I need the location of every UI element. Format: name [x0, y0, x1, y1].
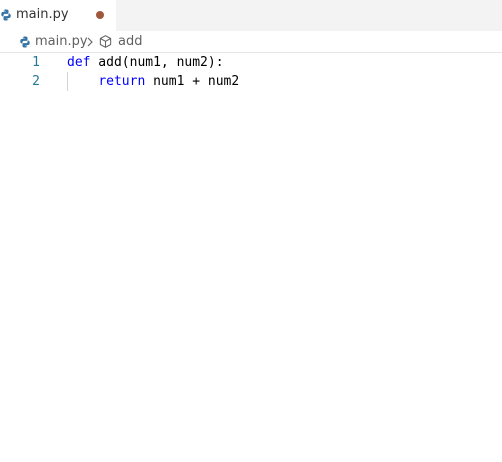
code-text[interactable]: def add(num1, num2): — [67, 53, 224, 72]
code-line[interactable]: 1 def add(num1, num2): — [0, 53, 502, 72]
code-token: num1 + num2 — [145, 74, 240, 89]
line-number: 2 — [32, 74, 40, 89]
python-file-icon — [20, 36, 30, 48]
unsaved-changes-dot-icon[interactable] — [96, 11, 104, 19]
indent-guide — [67, 72, 68, 91]
python-file-icon — [1, 9, 11, 21]
code-text[interactable]: return num1 + num2 — [67, 72, 239, 91]
line-number: 1 — [32, 55, 40, 70]
breadcrumb-item-symbol[interactable]: add — [118, 34, 142, 50]
code-editor[interactable]: 1 def add(num1, num2): 2 return num1 + n… — [0, 53, 502, 462]
breadcrumb-item-file[interactable]: main.py — [35, 34, 88, 50]
tab-main-py[interactable]: main.py — [0, 0, 116, 31]
chevron-right-icon — [87, 37, 93, 47]
keyword-token: def — [67, 55, 91, 70]
tab-bar: main.py — [0, 0, 502, 31]
code-line[interactable]: 2 return num1 + num2 — [0, 72, 502, 91]
code-token: add(num1, num2): — [90, 55, 224, 70]
method-cube-icon — [99, 35, 112, 48]
editor-window: main.py main.py add 1 def add(num1, num2… — [0, 0, 502, 462]
breadcrumb: main.py add — [0, 31, 502, 53]
indentation — [67, 74, 98, 89]
tab-label: main.py — [16, 7, 69, 22]
keyword-token: return — [98, 74, 146, 89]
